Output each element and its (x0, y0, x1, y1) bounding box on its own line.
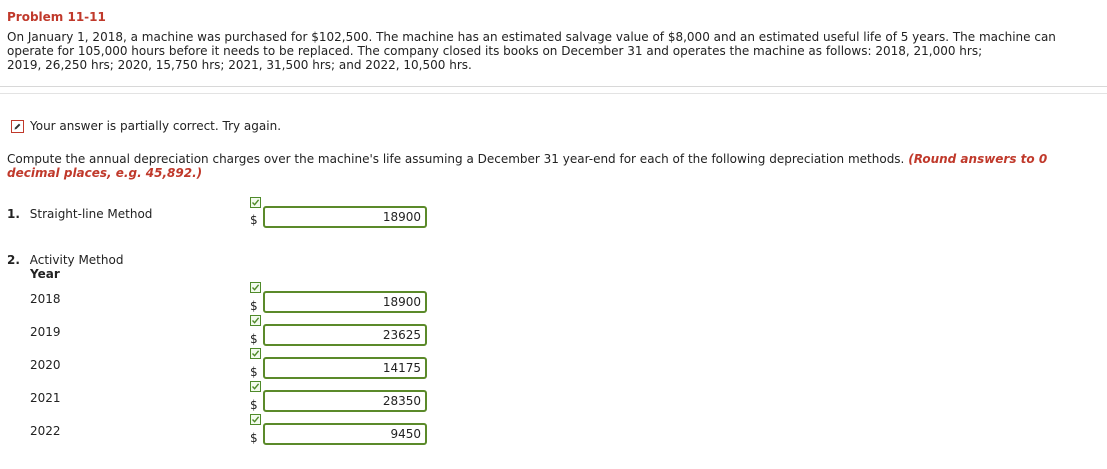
activity-2018-amount-input[interactable] (263, 291, 427, 313)
section-number: 1. (7, 207, 20, 221)
dollar-sign: $ (250, 431, 258, 445)
check-icon (250, 197, 261, 208)
problem-title: Problem 11-11 (7, 10, 106, 24)
activity-2021-amount-input[interactable] (263, 390, 427, 412)
instructions-text: Compute the annual depreciation charges … (7, 152, 905, 166)
straight-line-amount-input[interactable] (263, 206, 427, 228)
problem-text-line: 2019, 26,250 hrs; 2020, 15,750 hrs; 2021… (7, 58, 472, 72)
year-label: 2022 (30, 424, 61, 438)
year-label: 2019 (30, 325, 61, 339)
year-column-header: Year (30, 267, 60, 281)
divider (0, 93, 1107, 94)
section-straight-line: 1. Straight-line Method (7, 207, 152, 221)
year-label: 2020 (30, 358, 61, 372)
dollar-sign: $ (250, 332, 258, 346)
check-icon (250, 348, 261, 359)
section-number: 2. (7, 253, 20, 267)
section-activity-method: 2. Activity Method (7, 253, 123, 267)
check-icon (250, 381, 261, 392)
dollar-sign: $ (250, 213, 258, 227)
activity-2019-amount-input[interactable] (263, 324, 427, 346)
problem-statement: Problem 11-11 On January 1, 2018, a mach… (0, 0, 1107, 87)
section-label: Straight-line Method (29, 207, 153, 221)
problem-text: On January 1, 2018, a machine was purcha… (7, 30, 1092, 72)
pencil-icon (11, 119, 24, 133)
activity-2022-amount-input[interactable] (263, 423, 427, 445)
section-label: Activity Method (29, 253, 124, 267)
dollar-sign: $ (250, 365, 258, 379)
dollar-sign: $ (250, 299, 258, 313)
year-label: 2021 (30, 391, 61, 405)
check-icon (250, 414, 261, 425)
year-label: 2018 (30, 292, 61, 306)
problem-text-line: operate for 105,000 hours before it need… (7, 44, 983, 58)
answer-status: Your answer is partially correct. Try ag… (11, 118, 281, 134)
status-text: Your answer is partially correct. Try ag… (30, 119, 282, 133)
instructions: Compute the annual depreciation charges … (7, 152, 1077, 180)
check-icon (250, 315, 261, 326)
activity-2020-amount-input[interactable] (263, 357, 427, 379)
check-icon (250, 282, 261, 293)
dollar-sign: $ (250, 398, 258, 412)
problem-text-line: On January 1, 2018, a machine was purcha… (7, 30, 1056, 44)
